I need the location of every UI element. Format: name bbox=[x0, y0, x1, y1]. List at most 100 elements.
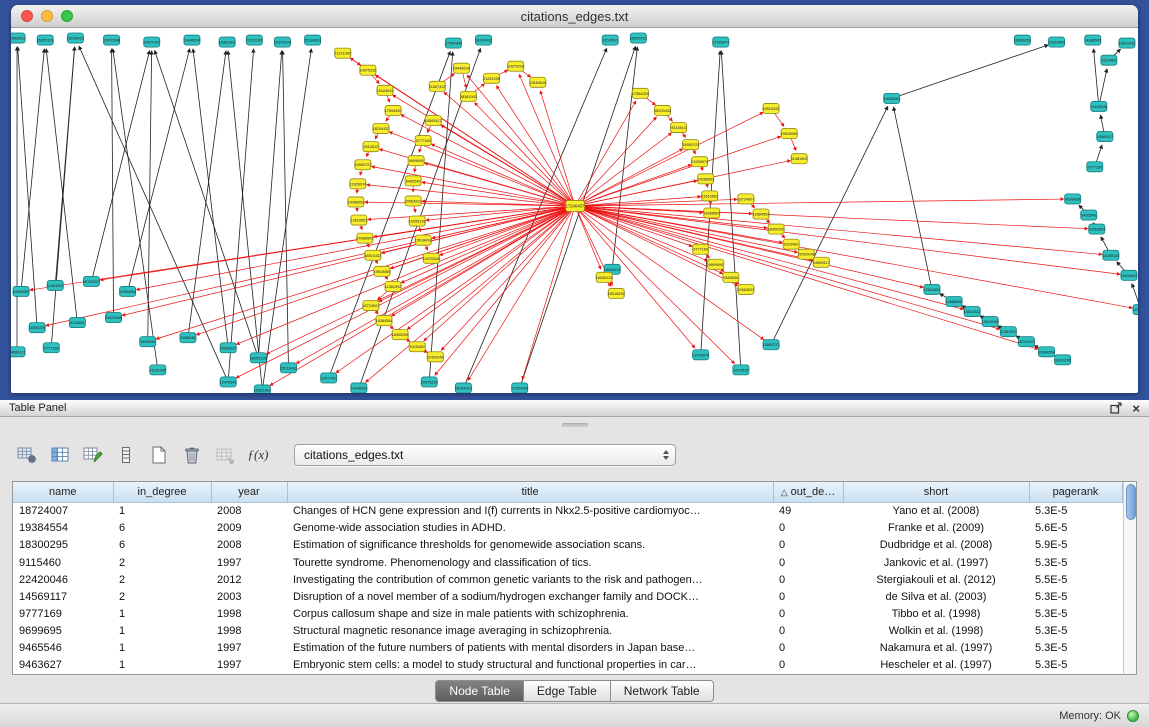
cell-in_degree[interactable]: 6 bbox=[113, 520, 211, 537]
graph-node-teal[interactable]: 19915089 bbox=[13, 286, 30, 296]
cell-name[interactable]: 9463627 bbox=[13, 657, 113, 674]
graph-node-yellow[interactable]: 18300295 bbox=[768, 224, 785, 234]
graph-node-yellow[interactable]: 16510332 bbox=[364, 250, 381, 260]
graph-node-yellow[interactable]: 9115460 bbox=[409, 342, 425, 352]
graph-node-teal[interactable]: 12470548 bbox=[220, 377, 237, 387]
network-window[interactable]: citations_edges.txt 20663923 16055128 1501… bbox=[11, 5, 1138, 393]
close-panel-icon[interactable]: × bbox=[1132, 403, 1140, 414]
graph-node-teal[interactable]: 18200432 bbox=[475, 35, 492, 45]
graph-node-teal[interactable]: 9777169 bbox=[1087, 162, 1103, 172]
graph-node-teal[interactable]: 21926974 bbox=[712, 37, 730, 47]
graph-node-teal[interactable]: 9214510 bbox=[602, 35, 618, 45]
graph-node-teal[interactable]: 18724007 bbox=[83, 276, 100, 286]
graph-node-yellow[interactable]: 9465546 bbox=[405, 176, 421, 186]
cell-name[interactable]: 14569117 bbox=[13, 588, 113, 605]
graph-node-yellow[interactable]: 12470548 bbox=[423, 253, 440, 263]
graph-node-teal[interactable]: 16055128 bbox=[37, 35, 54, 45]
graph-node-teal[interactable]: 19448234 bbox=[183, 35, 201, 45]
graph-node-yellow[interactable]: 9699695 bbox=[708, 259, 724, 269]
graph-node-teal[interactable]: 15184619 bbox=[304, 35, 321, 45]
cell-name[interactable]: 9115460 bbox=[13, 554, 113, 571]
graph-node-teal[interactable]: 9699695 bbox=[140, 337, 156, 347]
cell-year[interactable]: 2008 bbox=[211, 502, 287, 520]
cell-pagerank[interactable]: 5.9E-5 bbox=[1029, 537, 1122, 554]
graph-node-yellow[interactable]: 19384554 bbox=[376, 316, 394, 326]
window-titlebar[interactable]: citations_edges.txt bbox=[11, 5, 1138, 28]
cell-short[interactable]: Franke et al. (2009) bbox=[843, 520, 1029, 537]
cell-pagerank[interactable]: 5.3E-5 bbox=[1029, 640, 1122, 657]
graph-node-yellow[interactable]: 21221095 bbox=[334, 48, 351, 58]
cell-short[interactable]: Hescheler et al. (1997) bbox=[843, 657, 1029, 674]
graph-node-teal[interactable]: 10975239 bbox=[274, 37, 291, 47]
graph-node-yellow[interactable]: 9777169 bbox=[693, 244, 709, 254]
cell-pagerank[interactable]: 5.3E-5 bbox=[1029, 588, 1122, 605]
cell-year[interactable]: 1997 bbox=[211, 554, 287, 571]
cell-name[interactable]: 19384554 bbox=[13, 520, 113, 537]
graph-node-yellow[interactable]: 18200432 bbox=[372, 124, 389, 134]
graph-node-yellow[interactable]: 18200432 bbox=[654, 105, 671, 115]
graph-node-teal[interactable]: 18300295 bbox=[1054, 355, 1071, 365]
cell-short[interactable]: Jankovic et al. (1997) bbox=[843, 554, 1029, 571]
tab-node-table[interactable]: Node Table bbox=[435, 680, 524, 702]
graph-node-yellow[interactable]: 20663923 bbox=[737, 284, 754, 294]
graph-node-yellow[interactable]: 11607437 bbox=[429, 81, 446, 91]
cell-in_degree[interactable]: 2 bbox=[113, 588, 211, 605]
graph-node-yellow[interactable]: 19086053 bbox=[347, 197, 364, 207]
cell-title[interactable]: Tourette syndrome. Phenomenology and cla… bbox=[287, 554, 773, 571]
cell-pagerank[interactable]: 5.5E-5 bbox=[1029, 571, 1122, 588]
panel-splitter-handle[interactable] bbox=[562, 423, 588, 427]
cell-pagerank[interactable]: 5.3E-5 bbox=[1029, 657, 1122, 674]
cell-out_degree[interactable]: 0 bbox=[773, 537, 843, 554]
table-options-icon[interactable] bbox=[14, 443, 40, 467]
cell-title[interactable]: Changes of HCN gene expression and I(f) … bbox=[287, 502, 773, 520]
graph-node-teal[interactable]: 22420046 bbox=[105, 313, 122, 323]
graph-node-teal[interactable]: 9777169 bbox=[43, 343, 59, 353]
graph-node-yellow[interactable]: 19384554 bbox=[753, 209, 771, 219]
cell-out_degree[interactable]: 0 bbox=[773, 657, 843, 674]
show-columns-icon[interactable] bbox=[47, 443, 73, 467]
table-row[interactable]: 911546021997Tourette syndrome. Phenomeno… bbox=[13, 554, 1122, 571]
graph-node-yellow[interactable]: 9699695 bbox=[408, 156, 424, 166]
graph-node-hub[interactable]: 17240407 bbox=[565, 200, 585, 211]
network-canvas[interactable]: 20663923 16055128 15018492 12470548 11607437… bbox=[11, 28, 1138, 393]
cell-pagerank[interactable]: 5.3E-5 bbox=[1029, 623, 1122, 640]
scrollbar-thumb[interactable] bbox=[1126, 484, 1136, 520]
create-table-icon[interactable] bbox=[146, 443, 172, 467]
graph-node-teal[interactable]: 12610651 bbox=[1048, 37, 1065, 47]
cell-in_degree[interactable]: 2 bbox=[113, 554, 211, 571]
cell-in_degree[interactable]: 1 bbox=[113, 623, 211, 640]
cell-name[interactable]: 22420046 bbox=[13, 571, 113, 588]
cell-short[interactable]: Dudbridge et al. (2008) bbox=[843, 537, 1029, 554]
cell-in_degree[interactable]: 1 bbox=[113, 657, 211, 674]
graph-node-teal[interactable]: 15018492 bbox=[280, 363, 297, 373]
cell-short[interactable]: Nakamura et al. (1997) bbox=[843, 640, 1029, 657]
graph-node-teal[interactable]: 16055128 bbox=[250, 353, 267, 363]
cell-out_degree[interactable]: 0 bbox=[773, 605, 843, 622]
cell-name[interactable]: 9465546 bbox=[13, 640, 113, 657]
cell-year[interactable]: 1997 bbox=[211, 640, 287, 657]
graph-node-yellow[interactable]: 21221095 bbox=[483, 73, 500, 83]
graph-node-yellow[interactable]: 15018492 bbox=[608, 288, 625, 298]
graph-node-yellow[interactable]: 15950723 bbox=[354, 160, 371, 170]
graph-node-yellow[interactable]: 11381902 bbox=[791, 154, 808, 164]
graph-node-yellow[interactable]: 19448234 bbox=[453, 63, 471, 73]
cell-name[interactable]: 18300295 bbox=[13, 537, 113, 554]
graph-node-teal[interactable]: 19086053 bbox=[1014, 35, 1031, 45]
tab-edge-table[interactable]: Edge Table bbox=[524, 680, 611, 702]
column-header-in_degree[interactable]: in_degree bbox=[113, 482, 211, 502]
graph-node-teal[interactable]: 11381902 bbox=[1000, 327, 1017, 337]
graph-node-teal[interactable]: 21926974 bbox=[692, 350, 710, 360]
graph-node-teal[interactable]: 11607437 bbox=[143, 37, 160, 47]
graph-node-teal[interactable]: 9465546 bbox=[1081, 210, 1097, 220]
graph-node-yellow[interactable]: 14988505 bbox=[703, 208, 720, 218]
graph-node-yellow[interactable]: 9214510 bbox=[363, 142, 379, 152]
float-panel-icon[interactable] bbox=[1110, 402, 1122, 414]
cell-out_degree[interactable]: 0 bbox=[773, 623, 843, 640]
graph-node-yellow[interactable]: 9115460 bbox=[783, 239, 799, 249]
graph-node-yellow[interactable]: 19915089 bbox=[781, 129, 798, 139]
graph-node-teal[interactable]: 22420046 bbox=[1090, 101, 1107, 111]
graph-node-teal[interactable]: 16510332 bbox=[1118, 38, 1135, 48]
table-row[interactable]: 1830029562008Estimation of significance … bbox=[13, 537, 1122, 554]
column-header-pagerank[interactable]: pagerank bbox=[1029, 482, 1122, 502]
cell-name[interactable]: 9699695 bbox=[13, 623, 113, 640]
